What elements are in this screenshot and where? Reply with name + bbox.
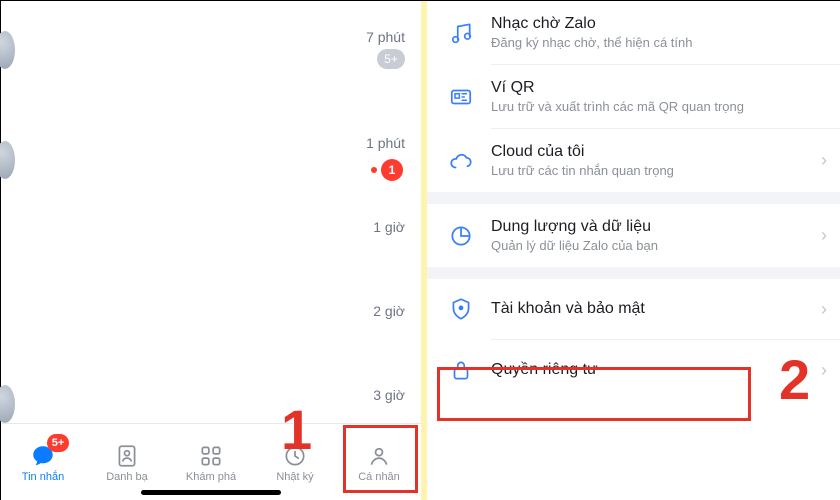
row-title: Cloud của tôi <box>491 143 821 161</box>
right-panel-settings: Nhạc chờ Zalo Đăng ký nhạc chờ, thể hiện… <box>427 1 840 500</box>
chat-time: 1 phút <box>366 135 405 151</box>
tab-contacts[interactable]: Danh bạ <box>85 424 169 500</box>
row-subtitle: Lưu trữ các tin nhắn quan trọng <box>491 163 821 178</box>
person-icon <box>366 443 392 469</box>
settings-row-storage-data[interactable]: Dung lượng và dữ liệu Quản lý dữ liệu Za… <box>427 204 840 267</box>
shield-icon <box>445 293 477 325</box>
chevron-right-icon: › <box>821 360 827 381</box>
chat-row[interactable]: 3 giờ <box>373 387 405 403</box>
qr-wallet-icon <box>445 81 477 113</box>
chat-row[interactable]: 1 phút 1 <box>366 135 405 181</box>
row-subtitle: Lưu trữ và xuất trình các mã QR quan trọ… <box>491 99 827 114</box>
tab-timeline[interactable]: Nhật ký <box>253 424 337 500</box>
avatar <box>0 31 15 69</box>
tab-label: Tin nhắn <box>22 471 64 483</box>
row-title: Nhạc chờ Zalo <box>491 15 827 33</box>
pie-chart-icon <box>445 220 477 252</box>
chat-time: 2 giờ <box>373 303 405 319</box>
home-indicator <box>141 490 281 495</box>
tab-messages[interactable]: 5+ Tin nhắn <box>1 424 85 500</box>
cloud-icon <box>445 145 477 177</box>
section-gap <box>427 192 840 204</box>
row-subtitle: Quản lý dữ liệu Zalo của bạn <box>491 238 821 253</box>
chat-row[interactable]: 2 giờ <box>373 303 405 319</box>
tab-label: Danh bạ <box>106 471 148 483</box>
chat-time: 7 phút <box>366 29 405 45</box>
unread-badge: 1 <box>381 159 403 181</box>
settings-row-ringtone[interactable]: Nhạc chờ Zalo Đăng ký nhạc chờ, thể hiện… <box>427 1 840 64</box>
screenshot-frame: 7 phút 5+ 1 phút 1 1 giờ 2 giờ 3 giờ 5+ … <box>0 0 840 500</box>
tab-label: Khám phá <box>186 471 236 483</box>
unread-badge: 5+ <box>377 49 405 69</box>
status-dot <box>371 167 377 173</box>
row-title: Dung lượng và dữ liệu <box>491 218 821 236</box>
settings-row-privacy[interactable]: Quyền riêng tư › <box>427 340 840 400</box>
section-gap <box>427 267 840 279</box>
tab-badge: 5+ <box>47 434 69 452</box>
row-title: Ví QR <box>491 79 827 97</box>
chevron-right-icon: › <box>821 299 827 320</box>
row-subtitle: Đăng ký nhạc chờ, thể hiện cá tính <box>491 35 827 50</box>
left-panel-messages: 7 phút 5+ 1 phút 1 1 giờ 2 giờ 3 giờ 5+ … <box>1 1 421 500</box>
bottom-tab-bar: 5+ Tin nhắn Danh bạ Khám phá Nhật ký Cá … <box>1 423 421 500</box>
tab-label: Cá nhân <box>358 471 400 483</box>
settings-row-qr-wallet[interactable]: Ví QR Lưu trữ và xuất trình các mã QR qu… <box>427 65 840 128</box>
tab-discover[interactable]: Khám phá <box>169 424 253 500</box>
row-title: Tài khoản và bảo mật <box>491 300 821 318</box>
chevron-right-icon: › <box>821 150 827 171</box>
settings-row-account-security[interactable]: Tài khoản và bảo mật › <box>427 279 840 339</box>
clock-icon <box>282 443 308 469</box>
chevron-right-icon: › <box>821 225 827 246</box>
chat-time: 1 giờ <box>373 219 405 235</box>
tab-label: Nhật ký <box>276 471 313 483</box>
apps-grid-icon <box>198 443 224 469</box>
settings-row-my-cloud[interactable]: Cloud của tôi Lưu trữ các tin nhắn quan … <box>427 129 840 192</box>
chat-time: 3 giờ <box>373 387 405 403</box>
row-title: Quyền riêng tư <box>491 361 821 379</box>
tab-profile[interactable]: Cá nhân <box>337 424 421 500</box>
avatar <box>0 141 15 179</box>
contacts-icon <box>114 443 140 469</box>
chat-row[interactable]: 1 giờ <box>373 219 405 235</box>
avatar <box>0 385 15 423</box>
lock-icon <box>445 354 477 386</box>
music-note-icon <box>445 17 477 49</box>
chat-row[interactable]: 7 phút 5+ <box>366 29 405 69</box>
